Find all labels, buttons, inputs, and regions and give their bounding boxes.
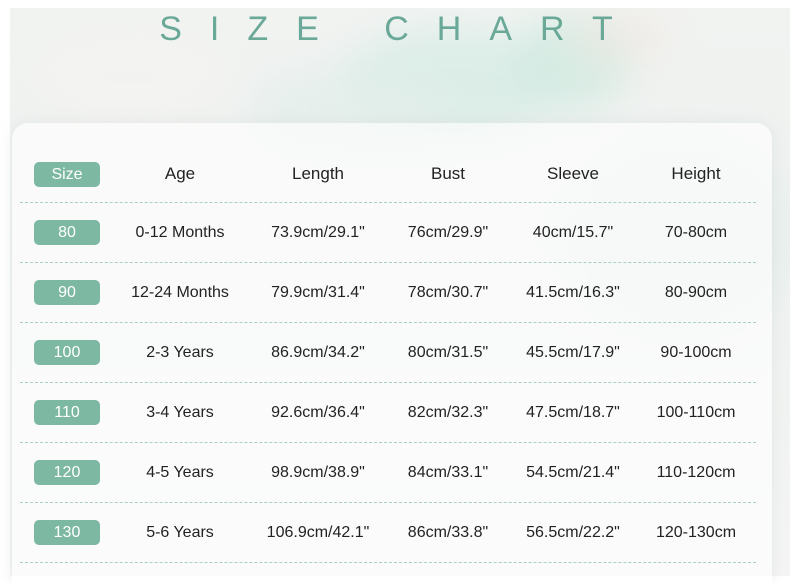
table-row: 90 12-24 Months 79.9cm/31.4" 78cm/30.7" … <box>20 263 756 323</box>
sleeve-cell: 56.5cm/22.2" <box>526 523 620 541</box>
bust-cell: 82cm/32.3" <box>407 403 489 421</box>
page-title: SIZE CHART <box>159 10 641 48</box>
size-cell: 120 <box>32 443 102 502</box>
sleeve-cell: 41.5cm/16.3" <box>526 283 620 301</box>
table-row: 100 2-3 Years 86.9cm/34.2" 80cm/31.5" 45… <box>20 323 756 383</box>
header-cell-length: Length <box>292 164 344 183</box>
table-row: 110 3-4 Years 92.6cm/36.4" 82cm/32.3" 47… <box>20 383 756 443</box>
age-cell: 3-4 Years <box>146 403 214 421</box>
height-cell: 90-100cm <box>660 343 732 361</box>
age-cell: 2-3 Years <box>146 343 214 361</box>
header-cell-height: Height <box>671 164 721 183</box>
size-badge: 120 <box>34 460 100 485</box>
size-badge: 110 <box>34 400 100 425</box>
sleeve-cell: 54.5cm/21.4" <box>526 463 620 481</box>
table-row: 130 5-6 Years 106.9cm/42.1" 86cm/33.8" 5… <box>20 503 756 563</box>
table-header-row: Size Age Length Bust Sleeve Height <box>20 146 756 203</box>
table-row: 80 0-12 Months 73.9cm/29.1" 76cm/29.9" 4… <box>20 203 756 263</box>
size-badge: 90 <box>34 280 100 305</box>
header-cell-age: Age <box>164 164 196 183</box>
length-cell: 92.6cm/36.4" <box>271 403 365 421</box>
size-chart-table: Size Age Length Bust Sleeve Height 80 0-… <box>20 146 756 563</box>
size-cell: 110 <box>32 383 102 442</box>
header-cell-size: Size <box>32 146 102 202</box>
size-cell: 130 <box>32 503 102 562</box>
length-cell: 73.9cm/29.1" <box>271 223 365 241</box>
age-cell: 5-6 Years <box>146 523 214 541</box>
size-header-badge: Size <box>34 161 100 187</box>
sleeve-cell: 47.5cm/18.7" <box>526 403 620 421</box>
header-cell-sleeve: Sleeve <box>547 164 599 183</box>
size-badge: 80 <box>34 220 100 245</box>
bust-cell: 86cm/33.8" <box>407 523 489 541</box>
height-cell: 110-120cm <box>656 463 736 481</box>
bust-cell: 78cm/30.7" <box>407 283 489 301</box>
bust-cell: 84cm/33.1" <box>407 463 489 481</box>
height-cell: 120-130cm <box>655 523 737 541</box>
size-cell: 90 <box>32 263 102 322</box>
length-cell: 106.9cm/42.1" <box>266 523 370 541</box>
length-cell: 79.9cm/31.4" <box>271 283 365 301</box>
size-badge: 100 <box>34 340 100 365</box>
table-row: 120 4-5 Years 98.9cm/38.9" 84cm/33.1" 54… <box>20 443 756 503</box>
height-cell: 100-110cm <box>656 403 736 421</box>
age-cell: 4-5 Years <box>146 463 214 481</box>
sleeve-cell: 45.5cm/17.9" <box>526 343 620 361</box>
age-cell: 12-24 Months <box>131 283 229 301</box>
size-badge: 130 <box>34 520 100 545</box>
size-cell: 100 <box>32 323 102 382</box>
header-cell-bust: Bust <box>430 164 466 183</box>
size-cell: 80 <box>32 203 102 262</box>
age-cell: 0-12 Months <box>135 223 225 241</box>
bust-cell: 80cm/31.5" <box>407 343 489 361</box>
length-cell: 98.9cm/38.9" <box>271 463 365 481</box>
height-cell: 70-80cm <box>664 223 728 241</box>
height-cell: 80-90cm <box>664 283 728 301</box>
length-cell: 86.9cm/34.2" <box>271 343 365 361</box>
bust-cell: 76cm/29.9" <box>407 223 489 241</box>
sleeve-cell: 40cm/15.7" <box>532 223 614 241</box>
